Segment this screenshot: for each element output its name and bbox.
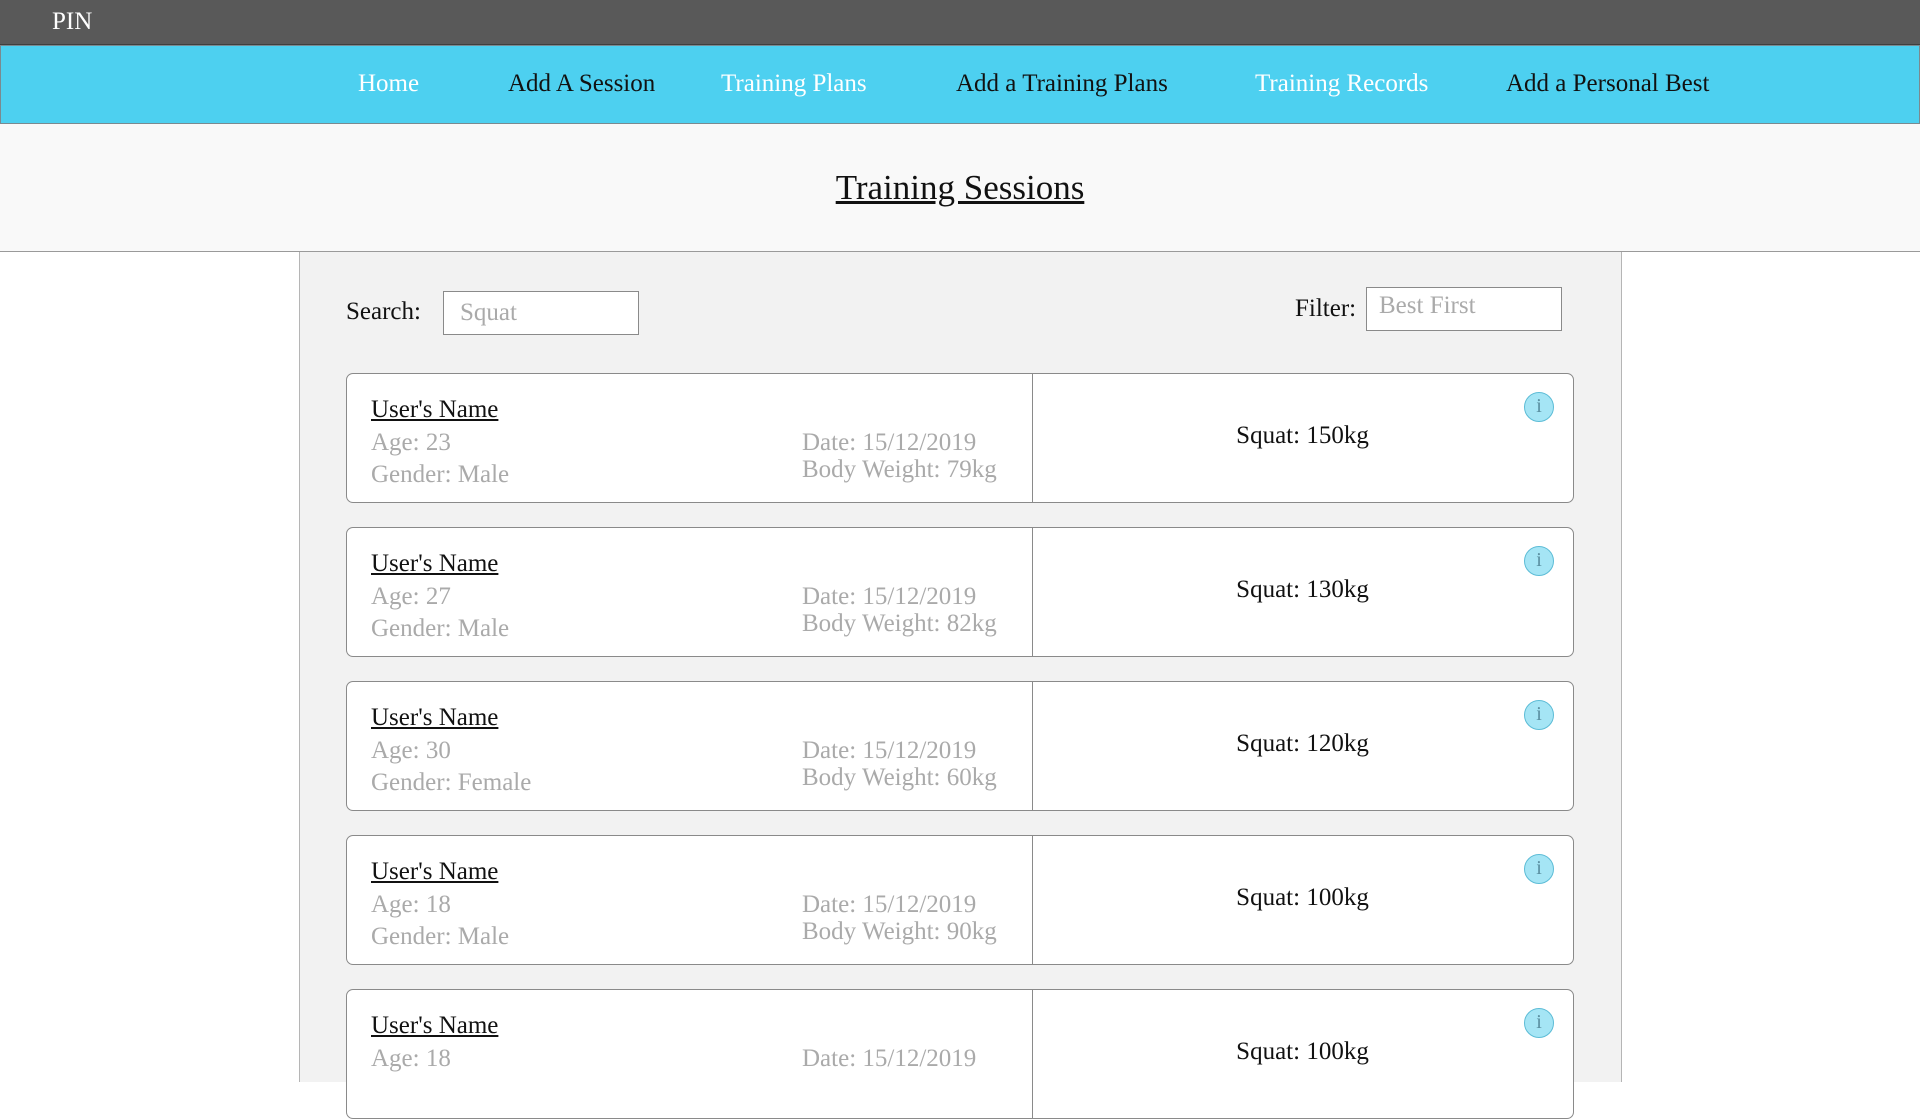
nav-home[interactable]: Home xyxy=(358,70,419,98)
lift-result: Squat: 130kg xyxy=(1236,576,1369,603)
user-name-link[interactable]: User's Name xyxy=(371,858,498,886)
lift-result: Squat: 100kg xyxy=(1236,1038,1369,1065)
page-title: Training Sessions xyxy=(835,168,1085,207)
session-date: Date: 15/12/2019 xyxy=(802,891,977,918)
info-icon[interactable]: i xyxy=(1524,1008,1554,1038)
session-card[interactable]: User's Name Age: 18 Gender: Male Date: 1… xyxy=(346,835,1574,965)
user-age: Age: 18 xyxy=(371,1045,451,1072)
user-gender: Gender: Male xyxy=(371,615,510,642)
lift-result: Squat: 120kg xyxy=(1236,730,1369,757)
user-gender: Gender: Female xyxy=(371,769,532,796)
user-gender: Gender: Male xyxy=(371,923,510,950)
brand-logo[interactable]: PIN xyxy=(52,8,92,36)
session-card[interactable]: User's Name Age: 30 Gender: Female Date:… xyxy=(346,681,1574,811)
user-age: Age: 27 xyxy=(371,583,451,610)
user-gender: Gender: Male xyxy=(371,461,510,488)
session-card[interactable]: User's Name Age: 18 Date: 15/12/2019 Squ… xyxy=(346,989,1574,1119)
nav-add-personal-best[interactable]: Add a Personal Best xyxy=(1506,70,1709,98)
user-name-link[interactable]: User's Name xyxy=(371,396,498,424)
main-navigation: Home Add A Session Training Plans Add a … xyxy=(0,45,1920,124)
nav-add-training-plans[interactable]: Add a Training Plans xyxy=(956,70,1168,98)
session-date: Date: 15/12/2019 xyxy=(802,1045,977,1072)
top-bar: PIN xyxy=(0,0,1920,45)
user-name-link[interactable]: User's Name xyxy=(371,550,498,578)
search-input[interactable] xyxy=(443,291,639,335)
info-icon[interactable]: i xyxy=(1524,854,1554,884)
session-date: Date: 15/12/2019 xyxy=(802,737,977,764)
search-label: Search: xyxy=(346,298,421,325)
info-icon[interactable]: i xyxy=(1524,700,1554,730)
body-weight: Body Weight: 82kg xyxy=(802,610,997,637)
body-weight: Body Weight: 60kg xyxy=(802,764,997,791)
filter-select[interactable]: Best First xyxy=(1366,287,1562,331)
session-card[interactable]: User's Name Age: 23 Gender: Male Date: 1… xyxy=(346,373,1574,503)
user-age: Age: 18 xyxy=(371,891,451,918)
info-icon[interactable]: i xyxy=(1524,546,1554,576)
lift-result: Squat: 100kg xyxy=(1236,884,1369,911)
body-weight: Body Weight: 79kg xyxy=(802,456,997,483)
info-icon[interactable]: i xyxy=(1524,392,1554,422)
user-name-link[interactable]: User's Name xyxy=(371,1012,498,1040)
filter-label: Filter: xyxy=(1295,295,1357,322)
nav-training-plans[interactable]: Training Plans xyxy=(721,70,867,98)
nav-add-session[interactable]: Add A Session xyxy=(508,70,655,98)
page-header: Training Sessions xyxy=(0,124,1920,252)
user-name-link[interactable]: User's Name xyxy=(371,704,498,732)
user-age: Age: 23 xyxy=(371,429,451,456)
session-card[interactable]: User's Name Age: 27 Gender: Male Date: 1… xyxy=(346,527,1574,657)
sessions-panel: Search: Filter: Best First User's Name A… xyxy=(299,252,1622,1119)
session-date: Date: 15/12/2019 xyxy=(802,583,977,610)
user-age: Age: 30 xyxy=(371,737,451,764)
body-weight: Body Weight: 90kg xyxy=(802,918,997,945)
session-date: Date: 15/12/2019 xyxy=(802,429,977,456)
lift-result: Squat: 150kg xyxy=(1236,422,1369,449)
nav-training-records[interactable]: Training Records xyxy=(1255,70,1428,98)
